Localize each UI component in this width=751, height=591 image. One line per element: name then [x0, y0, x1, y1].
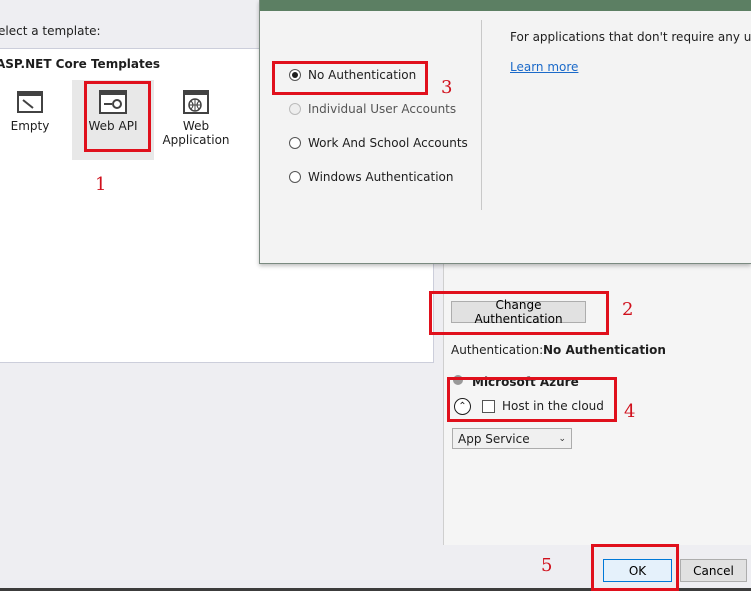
annotation-box-4	[447, 377, 617, 422]
app-service-selected-value: App Service	[458, 431, 530, 446]
annotation-number-5: 5	[541, 555, 553, 576]
templates-group-heading: ASP.NET Core Templates	[0, 57, 161, 71]
radio-work-and-school-accounts[interactable]: Work And School Accounts	[289, 134, 468, 152]
authentication-label: Authentication:	[451, 343, 544, 357]
select-template-label: elect a template:	[0, 24, 101, 38]
radio-button	[289, 103, 301, 115]
annotation-number-3: 3	[441, 77, 453, 98]
authentication-value: No Authentication	[543, 343, 666, 357]
learn-more-link[interactable]: Learn more	[510, 60, 578, 74]
template-tile-empty[interactable]: Empty	[0, 80, 60, 160]
annotation-number-1: 1	[95, 174, 107, 195]
empty-template-icon	[17, 91, 43, 113]
template-tile-web-application[interactable]: Web Application	[160, 80, 232, 160]
annotation-number-4: 4	[624, 401, 636, 422]
app-service-dropdown[interactable]: App Service ⌄	[452, 428, 572, 449]
auth-description: For applications that don't require any …	[510, 30, 751, 44]
annotation-box-1	[84, 81, 151, 152]
web-application-template-icon	[183, 90, 209, 114]
cancel-button[interactable]: Cancel	[680, 559, 747, 582]
radio-label-individual-user-accounts: Individual User Accounts	[308, 102, 457, 116]
change-authentication-dialog: No Authentication Individual User Accoun…	[259, 0, 751, 264]
radio-label-work-and-school-accounts: Work And School Accounts	[308, 136, 468, 150]
annotation-number-2: 2	[622, 299, 634, 320]
template-label-empty: Empty	[10, 119, 50, 133]
radio-label-windows-authentication: Windows Authentication	[308, 170, 454, 184]
divider	[481, 20, 482, 210]
annotation-box-5	[591, 544, 679, 591]
radio-button[interactable]	[289, 137, 301, 149]
dialog-titlebar	[260, 0, 751, 11]
radio-windows-authentication[interactable]: Windows Authentication	[289, 168, 453, 186]
annotation-box-3	[272, 61, 428, 95]
template-label-web-app-line1: Web	[182, 119, 210, 133]
radio-button[interactable]	[289, 171, 301, 183]
annotation-box-2	[429, 291, 609, 335]
dialog-body-background	[0, 362, 443, 545]
template-label-web-app-line2: Application	[162, 133, 230, 147]
chevron-down-icon: ⌄	[558, 433, 566, 444]
radio-individual-user-accounts: Individual User Accounts	[289, 100, 456, 118]
